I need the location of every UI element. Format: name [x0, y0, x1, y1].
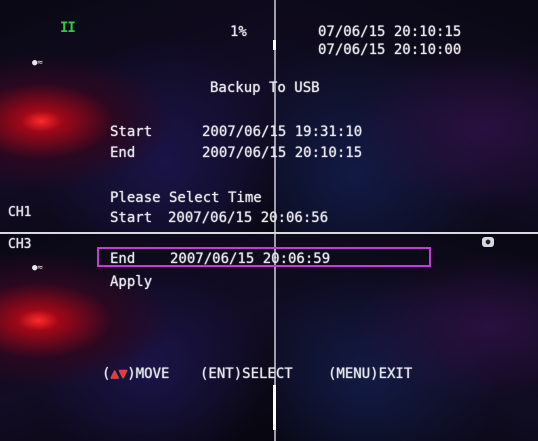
current-datetime: 07/06/15 20:10:15	[318, 24, 462, 40]
divider-marker	[273, 40, 276, 50]
channel-label-ch3: CH3	[8, 237, 32, 252]
move-arrows-icon: ▲▼	[110, 366, 128, 382]
playback-datetime: 07/06/15 20:10:00	[318, 42, 462, 58]
range-end-label: End	[110, 145, 136, 161]
divider-marker	[273, 385, 276, 430]
select-start-label[interactable]: Start	[110, 210, 152, 226]
range-start-label: Start	[110, 124, 153, 140]
camera-status-icon: ●	[482, 237, 494, 247]
select-time-prompt: Please Select Time	[110, 190, 262, 206]
help-select: (ENT)SELECT	[200, 366, 293, 382]
horizontal-divider	[0, 232, 538, 234]
help-move: (▲▼)MOVE	[102, 366, 170, 382]
select-start-field[interactable]: 2007/06/15 20:06:56	[168, 210, 328, 226]
range-start-value: 2007/06/15 19:31:10	[202, 124, 363, 140]
range-end-value: 2007/06/15 20:10:15	[202, 145, 363, 161]
dialog-title: Backup To USB	[210, 80, 320, 96]
select-end-label[interactable]: End	[110, 251, 135, 267]
select-end-field[interactable]: 2007/06/15 20:06:59	[170, 251, 330, 267]
help-exit: (MENU)EXIT	[328, 366, 413, 382]
record-status-icon: II	[60, 20, 76, 36]
channel-label-ch1: CH1	[8, 205, 32, 220]
dvr-screen: II 1% 07/06/15 20:10:15 07/06/15 20:10:0…	[0, 0, 538, 441]
storage-usage: 1%	[230, 24, 247, 40]
apply-button[interactable]: Apply	[110, 274, 152, 290]
camera-icon: ●≈	[32, 263, 43, 273]
camera-icon: ●≈	[32, 58, 43, 68]
